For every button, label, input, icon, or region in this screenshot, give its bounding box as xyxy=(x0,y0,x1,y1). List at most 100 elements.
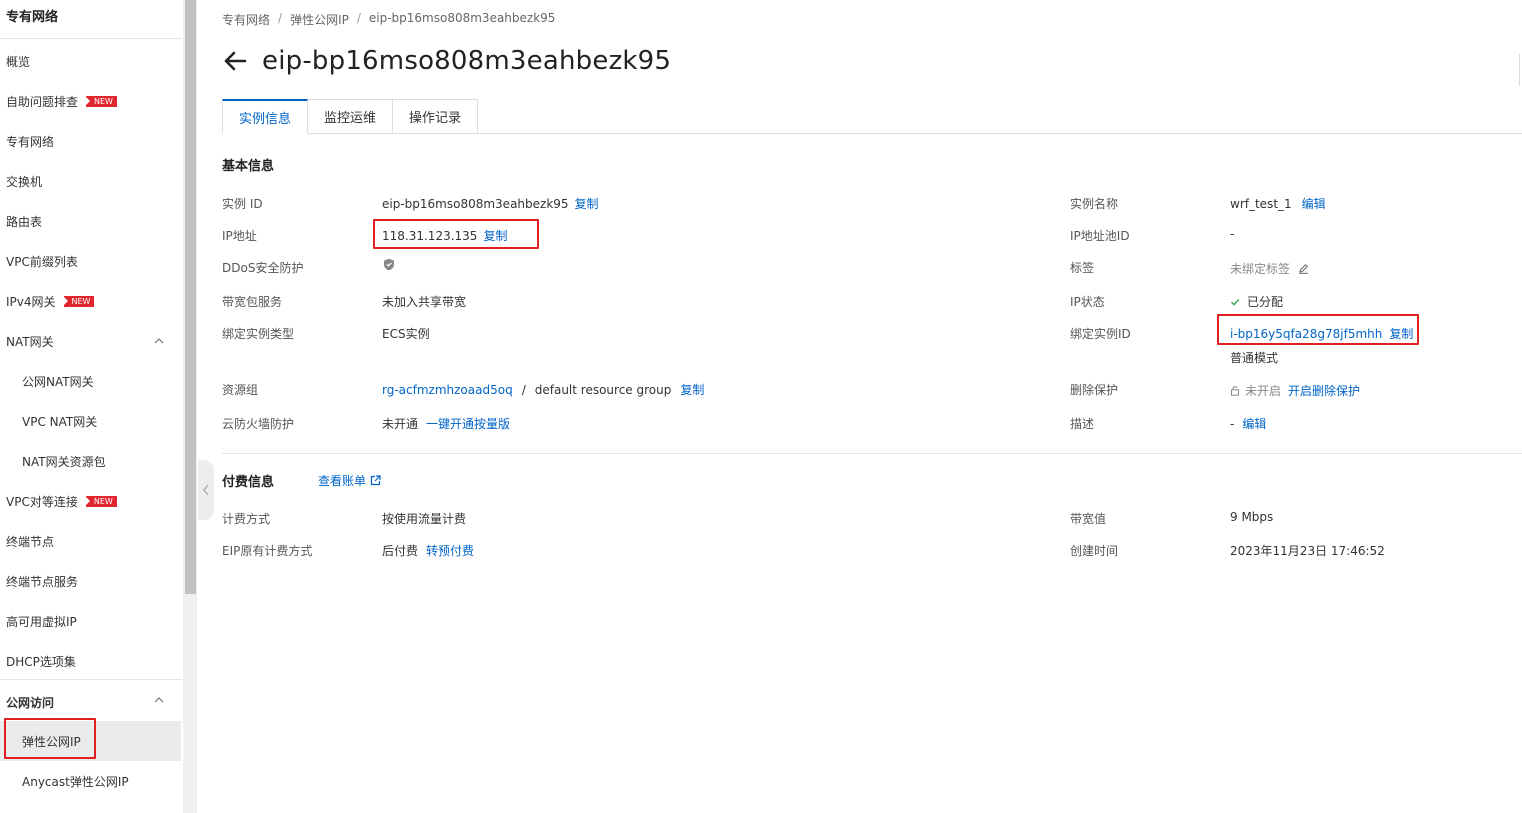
sidebar-scrollbar-thumb[interactable] xyxy=(185,0,196,594)
highlight-box xyxy=(373,219,539,249)
resource-group-value: rg-acfmzmhzoaad5oq / default resource gr… xyxy=(382,381,704,398)
instance-name-text: wrf_test_1 xyxy=(1230,196,1292,211)
tab-monitoring[interactable]: 监控运维 xyxy=(308,99,394,134)
sidebar-item-vpc[interactable]: 专有网络 xyxy=(0,121,182,161)
ddos-value xyxy=(383,258,395,271)
basic-info-title: 基本信息 xyxy=(222,159,275,174)
instance-id-label: 实例 ID xyxy=(222,197,263,211)
sidebar-item-label: 公网NAT网关 xyxy=(22,374,94,389)
edit-icon[interactable] xyxy=(1298,263,1309,274)
sidebar-item-vpc-nat[interactable]: VPC NAT网关 xyxy=(0,401,182,441)
edit-description-link[interactable]: 编辑 xyxy=(1242,415,1266,432)
bandwidth-label: 带宽值 xyxy=(1070,512,1107,526)
tag-value: 未绑定标签 xyxy=(1230,260,1309,277)
created-time-value: 2023年11月23日 17:46:52 xyxy=(1230,544,1385,558)
description-label: 描述 xyxy=(1070,417,1095,431)
new-badge: NEW xyxy=(62,295,95,307)
breadcrumb-item: eip-bp16mso808m3eahbezk95 xyxy=(368,11,556,25)
tab-operation-log[interactable]: 操作记录 xyxy=(393,99,479,134)
ip-label: IP地址 xyxy=(222,229,257,243)
sidebar-item-vpc-peering[interactable]: VPC对等连接 NEW xyxy=(0,481,182,521)
convert-prepaid-link[interactable]: 转预付费 xyxy=(426,542,474,559)
sidebar-item-nat-gateway[interactable]: NAT网关 xyxy=(0,321,182,361)
sidebar: 专有网络 概览 自助问题排查 NEW 专有网络 交换机 路由表 VPC前缀列表 I… xyxy=(0,0,182,813)
sidebar-item-label: 终端节点 xyxy=(6,534,55,549)
sidebar-item-havip[interactable]: 高可用虚拟IP xyxy=(0,601,182,641)
instance-name-value: wrf_test_1 编辑 xyxy=(1230,195,1326,212)
description-value: - 编辑 xyxy=(1230,415,1266,432)
firewall-value: 未开通 一键开通按量版 xyxy=(382,415,510,432)
instance-id-value: eip-bp16mso808m3eahbezk95 复制 xyxy=(382,195,599,212)
sidebar-item-prefix-list[interactable]: VPC前缀列表 xyxy=(0,241,182,281)
breadcrumb-item[interactable]: 专有网络 xyxy=(222,11,270,28)
sidebar-item-dhcp[interactable]: DHCP选项集 xyxy=(0,641,182,681)
sidebar-title: 专有网络 xyxy=(6,10,59,25)
instance-name-label: 实例名称 xyxy=(1070,197,1119,211)
sidebar-item-route-table[interactable]: 路由表 xyxy=(0,201,182,241)
sidebar-item-label: 专有网络 xyxy=(6,134,55,149)
sidebar-item-anycast-eip[interactable]: Anycast弹性公网IP xyxy=(0,761,182,801)
main-content: 专有网络 / 弹性公网IP / eip-bp16mso808m3eahbezk9… xyxy=(222,0,1522,813)
lock-icon xyxy=(1231,386,1239,396)
enable-firewall-link[interactable]: 一键开通按量版 xyxy=(426,415,510,432)
breadcrumb-item[interactable]: 弹性公网IP xyxy=(290,11,349,28)
delete-protection-value: 未开启 开启删除保护 xyxy=(1230,382,1360,399)
section-divider xyxy=(222,453,1522,454)
sidebar-item-label: 概览 xyxy=(6,54,31,69)
billing-method-value: 按使用流量计费 xyxy=(382,512,467,526)
sidebar-item-label: 路由表 xyxy=(6,214,43,229)
bandwidth-value: 9 Mbps xyxy=(1230,510,1274,524)
check-icon xyxy=(1231,298,1240,306)
highlight-box xyxy=(4,718,96,759)
resource-group-id-link[interactable]: rg-acfmzmhzoaad5oq xyxy=(382,383,513,397)
tab-instance-info[interactable]: 实例信息 xyxy=(222,99,309,134)
bind-mode-value: 普通模式 xyxy=(1230,351,1279,365)
bind-type-value: ECS实例 xyxy=(382,327,430,341)
delete-protection-status: 未开启 xyxy=(1245,384,1282,398)
sidebar-divider xyxy=(0,679,182,680)
sidebar-item-vswitch[interactable]: 交换机 xyxy=(0,161,182,201)
ip-status-label: IP状态 xyxy=(1070,295,1105,309)
view-bill-text[interactable]: 查看账单 xyxy=(318,472,366,489)
delete-protection-label: 删除保护 xyxy=(1070,383,1119,397)
enable-delete-protection-link[interactable]: 开启删除保护 xyxy=(1288,382,1360,399)
back-arrow-icon[interactable] xyxy=(222,48,248,74)
shield-icon[interactable] xyxy=(383,258,395,271)
instance-id-text: eip-bp16mso808m3eahbezk95 xyxy=(382,196,569,211)
sidebar-item-label: 公网访问 xyxy=(6,695,55,710)
edit-name-link[interactable]: 编辑 xyxy=(1302,195,1326,212)
sidebar-item-endpoint[interactable]: 终端节点 xyxy=(0,521,182,561)
breadcrumb-separator: / xyxy=(356,11,361,25)
sidebar-item-label: NAT网关资源包 xyxy=(22,454,106,469)
highlight-box xyxy=(1217,314,1419,345)
view-bill-link[interactable]: 查看账单 xyxy=(318,472,381,489)
chevron-up-icon xyxy=(154,338,164,344)
bandwidth-package-value: 未加入共享带宽 xyxy=(382,295,467,309)
new-badge: NEW xyxy=(84,495,117,507)
ip-status-text: 已分配 xyxy=(1247,295,1284,309)
copy-resource-group-link[interactable]: 复制 xyxy=(680,381,704,398)
sidebar-group-internet-access[interactable]: 公网访问 xyxy=(0,682,182,722)
chevron-up-icon xyxy=(154,697,164,703)
sidebar-item-nat-package[interactable]: NAT网关资源包 xyxy=(0,441,182,481)
bind-instance-id-label: 绑定实例ID xyxy=(1070,327,1131,341)
original-billing-text: 后付费 xyxy=(382,544,419,558)
ip-status-value: 已分配 xyxy=(1230,293,1283,310)
sidebar-item-endpoint-service[interactable]: 终端节点服务 xyxy=(0,561,182,601)
sidebar-collapse-button[interactable] xyxy=(198,460,214,520)
sidebar-item-overview[interactable]: 概览 xyxy=(0,41,182,81)
firewall-status: 未开通 xyxy=(382,417,419,431)
sidebar-item-label: 高可用虚拟IP xyxy=(6,614,77,629)
sidebar-item-self-diagnosis[interactable]: 自助问题排查 NEW xyxy=(0,81,182,121)
ddos-label: DDoS安全防护 xyxy=(222,261,304,275)
ip-pool-value: - xyxy=(1230,227,1235,241)
sidebar-item-label: VPC前缀列表 xyxy=(6,254,78,269)
ip-pool-label: IP地址池ID xyxy=(1070,229,1130,243)
sidebar-item-label: NAT网关 xyxy=(6,334,54,349)
external-link-icon xyxy=(370,475,381,486)
sidebar-item-ipv4-gateway[interactable]: IPv4网关 NEW xyxy=(0,281,182,321)
billing-info-title: 付费信息 xyxy=(222,475,275,490)
copy-instance-id-link[interactable]: 复制 xyxy=(575,195,599,212)
sidebar-item-public-nat[interactable]: 公网NAT网关 xyxy=(0,361,182,401)
breadcrumb-separator: / xyxy=(278,11,283,25)
